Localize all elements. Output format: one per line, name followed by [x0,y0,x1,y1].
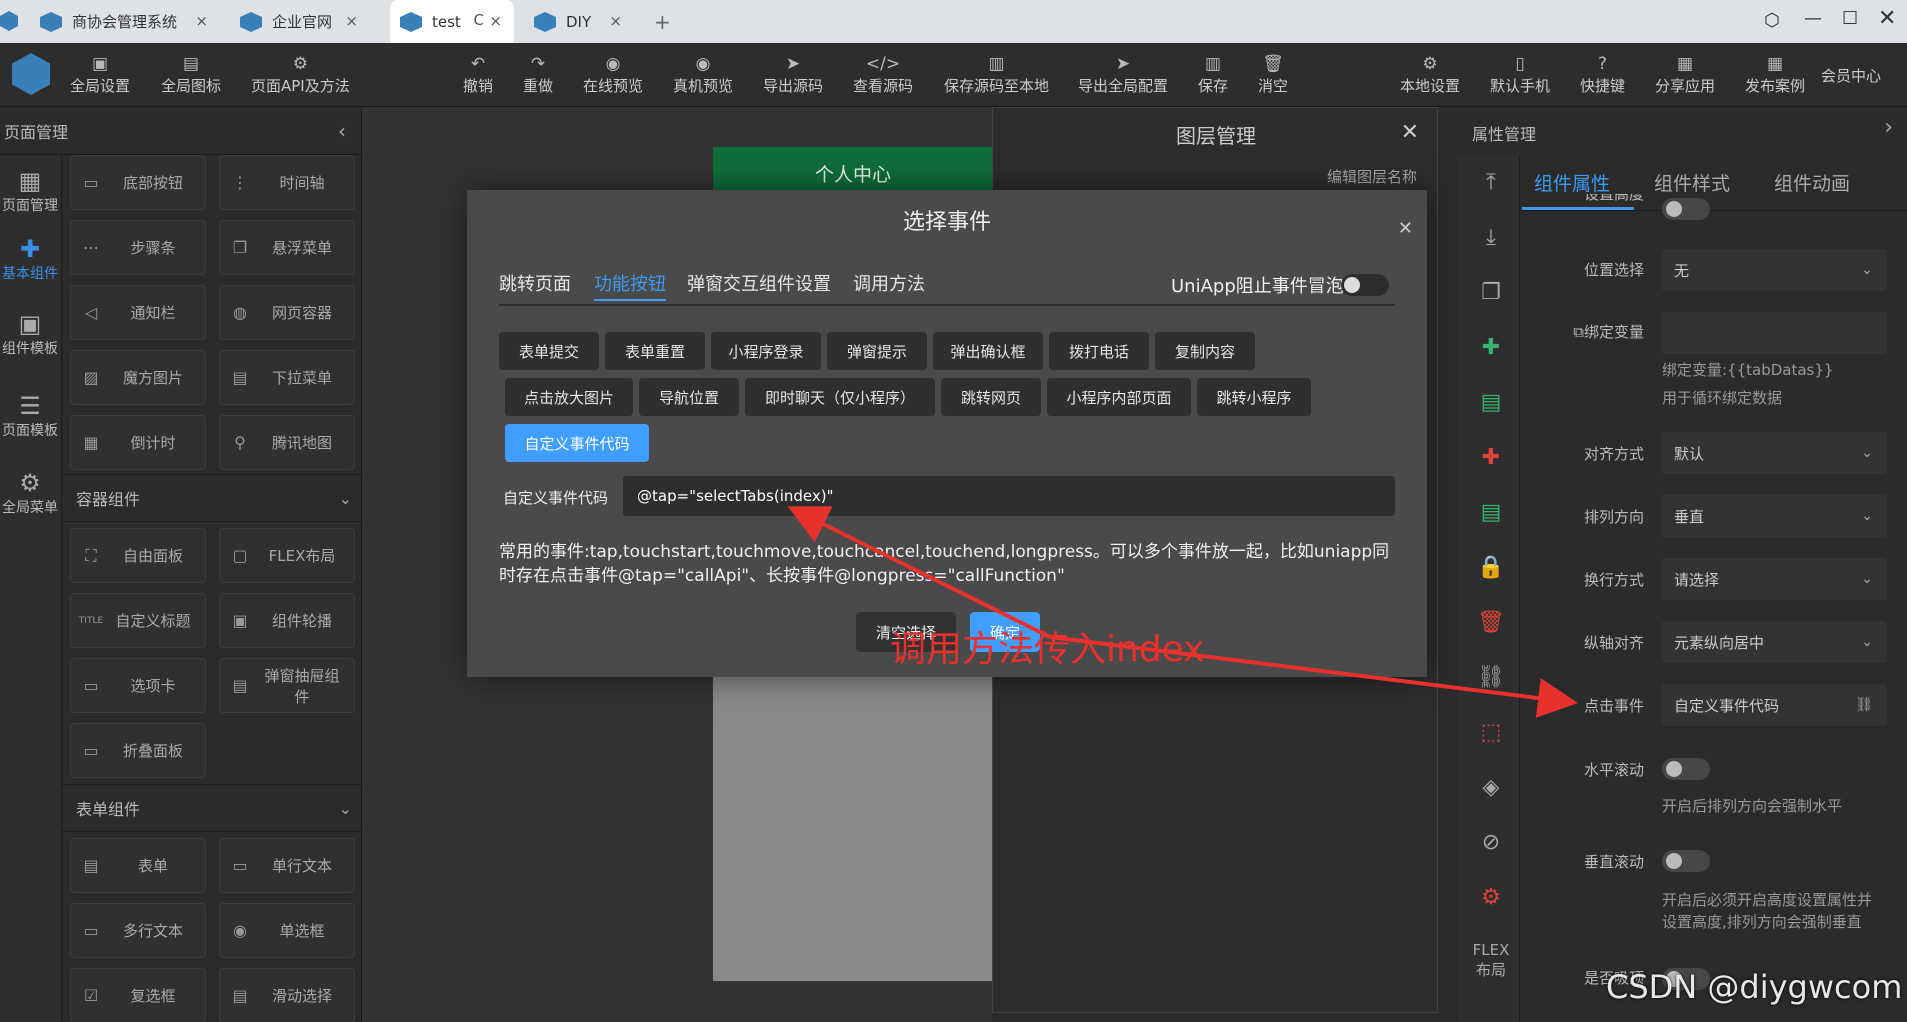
annotation-text: 调用方法传入index [890,629,1205,670]
arrow-to-code-input [787,506,1051,639]
annotation-arrows [787,506,1578,718]
watermark: CSDN @diygwcom [1606,968,1903,1006]
